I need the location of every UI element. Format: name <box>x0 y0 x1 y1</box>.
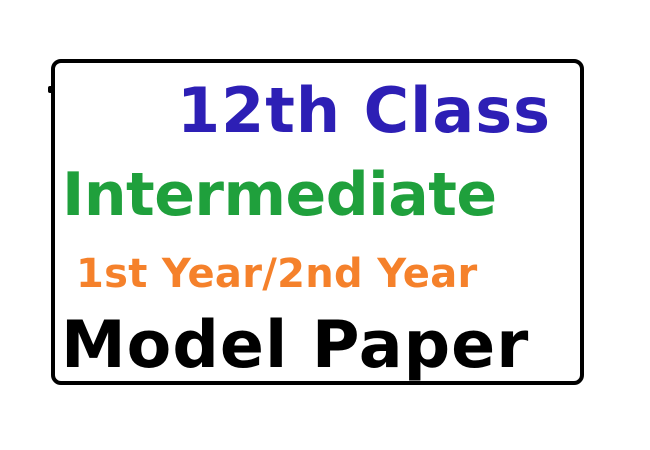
year-subtitle: 1st Year/2nd Year <box>76 251 478 297</box>
frame-mark <box>48 86 53 93</box>
class-title: 12th Class <box>177 74 552 147</box>
paper-title: Model Paper <box>61 308 530 383</box>
level-title: Intermediate <box>62 160 497 230</box>
banner-graphic: 12th Class Intermediate 1st Year/2nd Yea… <box>0 0 650 450</box>
